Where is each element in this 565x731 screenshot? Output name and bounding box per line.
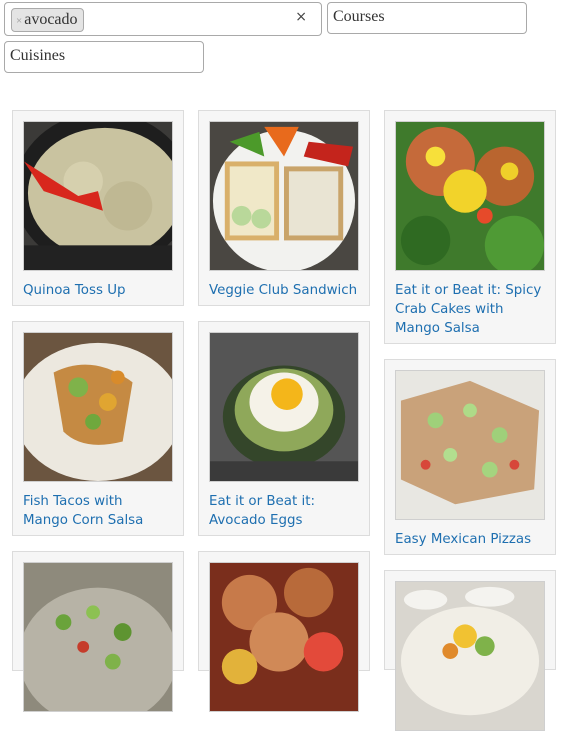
recipe-card[interactable]: Veggie Club Sandwich [198, 110, 370, 306]
recipe-card[interactable]: Eat it or Beat it: Avocado Eggs [198, 321, 370, 536]
fish-tacos-photo[interactable] [23, 332, 173, 482]
avocado-eggs-photo[interactable] [209, 332, 359, 482]
courses-filter[interactable]: Courses [327, 2, 527, 34]
token-remove-icon[interactable]: × [16, 15, 22, 27]
clear-icon[interactable]: × [295, 9, 307, 25]
salad-photo[interactable] [23, 562, 173, 712]
recipe-card[interactable] [384, 570, 556, 731]
quinoa-photo[interactable] [23, 121, 173, 271]
recipe-card[interactable]: Eat it or Beat it: Spicy Crab Cakes with… [384, 110, 556, 344]
mexican-pizza-photo[interactable] [395, 370, 545, 520]
recipe-title[interactable]: Quinoa Toss Up [23, 281, 175, 300]
crab-cakes-photo[interactable] [395, 121, 545, 271]
chicken-bowl-photo[interactable] [209, 562, 359, 712]
recipe-card[interactable] [12, 551, 184, 712]
recipe-card[interactable]: Easy Mexican Pizzas [384, 359, 556, 555]
recipe-title[interactable]: Easy Mexican Pizzas [395, 530, 547, 549]
ingredient-token[interactable]: × avocado [11, 8, 84, 32]
tacos-photo[interactable] [395, 581, 545, 731]
courses-placeholder: Courses [333, 8, 385, 25]
recipe-card[interactable]: Quinoa Toss Up [12, 110, 184, 306]
sandwich-photo[interactable] [209, 121, 359, 271]
recipe-title[interactable]: Veggie Club Sandwich [209, 281, 361, 300]
recipe-title[interactable]: Eat it or Beat it: Spicy Crab Cakes with… [395, 281, 547, 338]
ingredient-token-label: avocado [24, 11, 78, 28]
cuisines-filter[interactable]: Cuisines [4, 41, 204, 73]
ingredients-filter[interactable]: × avocado × [4, 2, 322, 36]
cuisines-placeholder: Cuisines [10, 47, 66, 64]
recipe-card[interactable]: Fish Tacos with Mango Corn Salsa [12, 321, 184, 536]
recipe-title[interactable]: Eat it or Beat it: Avocado Eggs [209, 492, 361, 530]
recipe-card[interactable] [198, 551, 370, 712]
recipe-title[interactable]: Fish Tacos with Mango Corn Salsa [23, 492, 175, 530]
